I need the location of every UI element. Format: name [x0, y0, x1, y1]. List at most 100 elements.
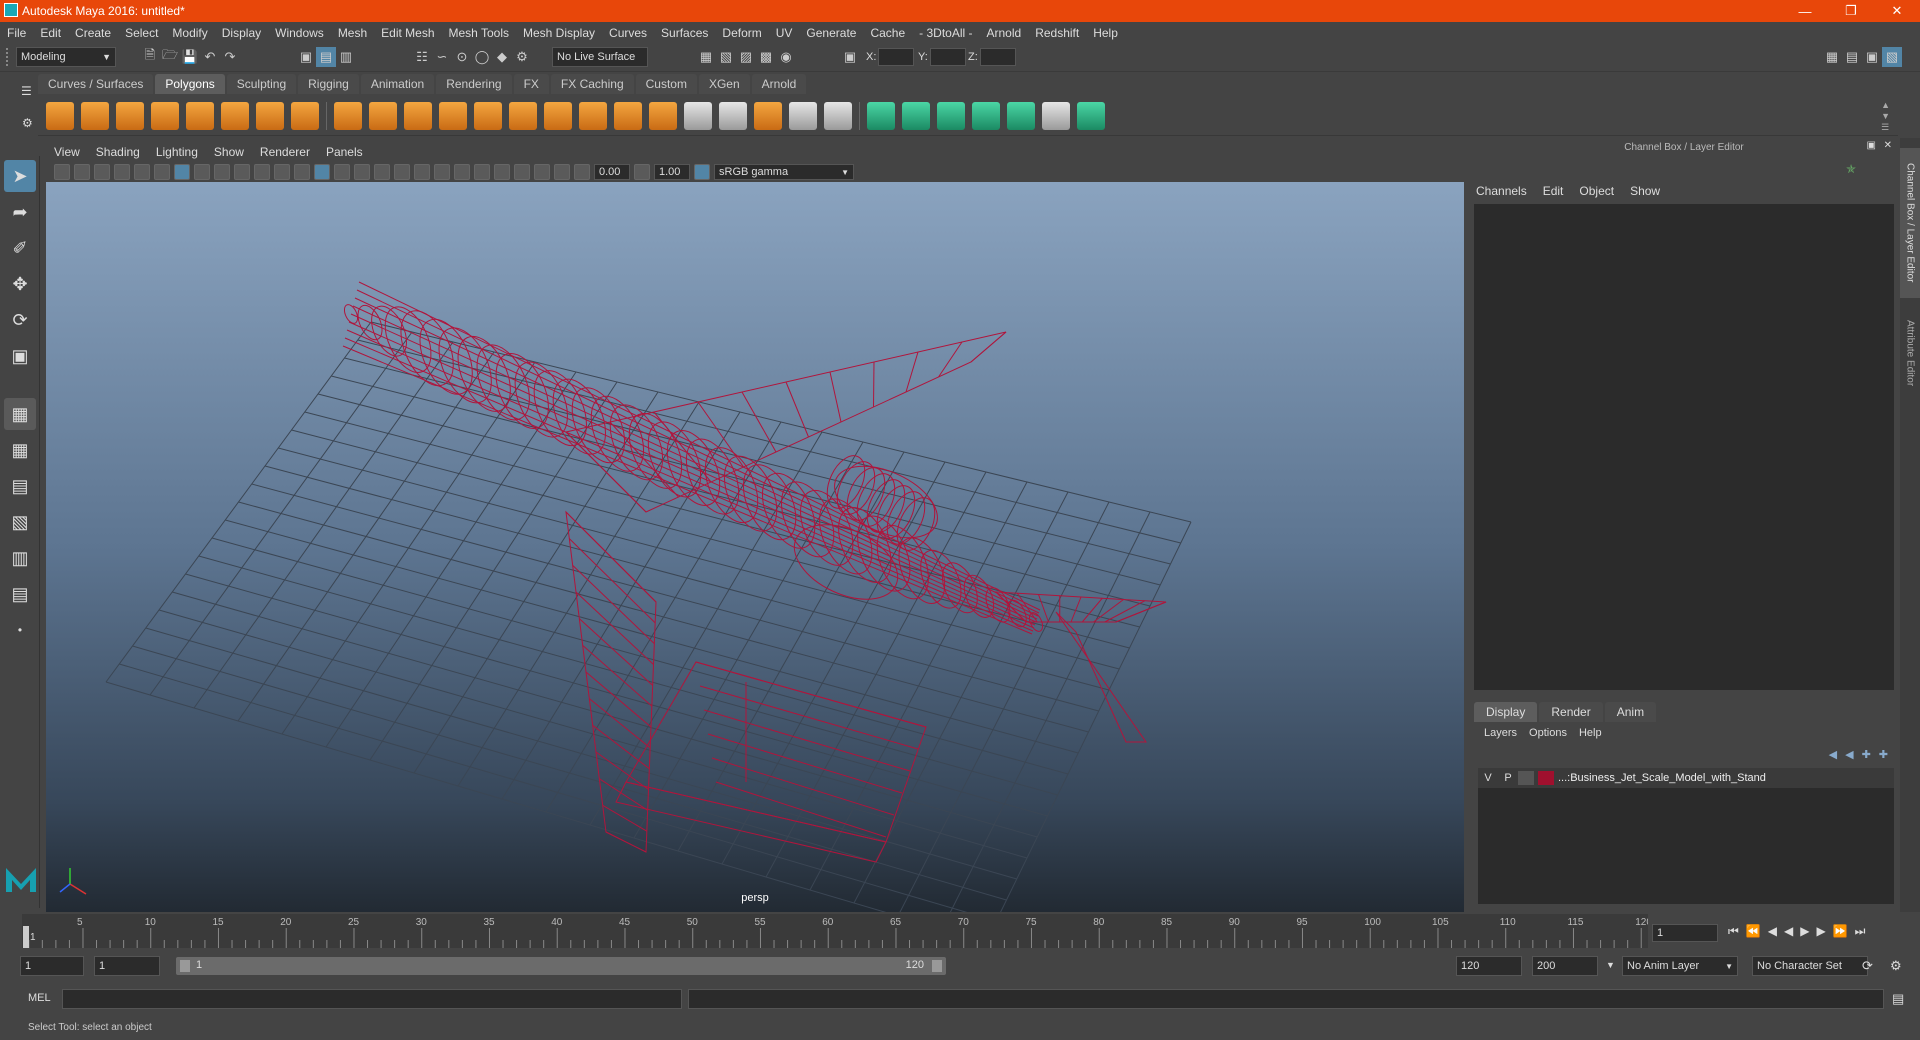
isolate-select-icon[interactable]	[514, 164, 530, 180]
make-live-icon[interactable]: ⚙	[512, 47, 532, 67]
restore-button[interactable]: ❐	[1828, 0, 1874, 22]
create-empty-layer-icon[interactable]: ✚	[1862, 748, 1871, 761]
xray-icon[interactable]	[374, 164, 390, 180]
select-by-component-icon[interactable]: ▥	[336, 47, 356, 67]
use-default-lights-icon[interactable]	[394, 164, 410, 180]
character-set-dropdown[interactable]: No Character Set	[1752, 956, 1868, 976]
snap-point-icon[interactable]: ⊙	[452, 47, 472, 67]
viewport-menu-lighting[interactable]: Lighting	[148, 145, 206, 159]
anim-layer-dropdown[interactable]: No Anim Layer ▼	[1622, 956, 1738, 976]
ipr-render-icon[interactable]: ▨	[736, 47, 756, 67]
channel-box-menu-edit[interactable]: Edit	[1543, 184, 1564, 198]
close-panel-icon[interactable]: ✕	[1884, 140, 1892, 151]
single-perspective-layout-icon[interactable]: ▦	[4, 398, 36, 430]
menu-redshift[interactable]: Redshift	[1028, 26, 1086, 40]
channel-box-menu-object[interactable]: Object	[1579, 184, 1614, 198]
menu-set-dropdown[interactable]: Modeling ▼	[16, 47, 116, 67]
animation-end-field[interactable]: 200	[1532, 956, 1598, 976]
hypershade-icon[interactable]: ◉	[776, 47, 796, 67]
close-button[interactable]: ✕	[1874, 0, 1920, 22]
range-end-handle[interactable]	[932, 960, 942, 972]
insert-edge-loop-icon[interactable]	[684, 101, 712, 130]
poly-cube-icon[interactable]	[81, 101, 109, 130]
menu-edit[interactable]: Edit	[33, 26, 68, 40]
exposure-icon[interactable]	[574, 164, 590, 180]
poly-cone-icon[interactable]	[151, 101, 179, 130]
perspective-viewport[interactable]: persp	[46, 182, 1464, 912]
persp-graph-layout-icon[interactable]: ▧	[4, 506, 36, 538]
viewport-menu-view[interactable]: View	[46, 145, 88, 159]
modeling-toolkit-icon[interactable]: ▦	[1822, 47, 1842, 67]
lasso-tool-icon[interactable]: ➦	[4, 196, 36, 228]
current-frame-field[interactable]: 1	[1652, 924, 1718, 942]
chevron-down-icon[interactable]: ▼	[1606, 960, 1615, 970]
layer-playback-toggle[interactable]: P	[1498, 772, 1518, 784]
go-to-end-icon[interactable]: ⏭	[1855, 924, 1866, 939]
playback-start-field[interactable]: 1	[94, 956, 160, 976]
layer-editor-menu-options[interactable]: Options	[1529, 727, 1567, 739]
viewport-menu-renderer[interactable]: Renderer	[252, 145, 318, 159]
channel-box-toggle-icon[interactable]: ▧	[1882, 47, 1902, 67]
float-panel-icon[interactable]: ▣	[1867, 140, 1876, 151]
color-space-dropdown[interactable]: sRGB gamma ▼	[714, 164, 854, 180]
layer-display-type[interactable]	[1518, 771, 1534, 785]
current-time-marker[interactable]	[23, 926, 29, 948]
menu-file[interactable]: File	[0, 26, 33, 40]
status-line-handle[interactable]	[6, 48, 14, 66]
z-field[interactable]	[980, 48, 1016, 66]
menu-edit-mesh[interactable]: Edit Mesh	[374, 26, 441, 40]
bridge-icon[interactable]	[614, 101, 642, 130]
shelf-tab-sculpting[interactable]: Sculpting	[226, 74, 297, 94]
move-tool-icon[interactable]: ✥	[4, 268, 36, 300]
outliner-persp-layout-icon[interactable]: ▤	[4, 578, 36, 610]
target-weld-icon[interactable]	[824, 101, 852, 130]
shelf-tab-arnold[interactable]: Arnold	[751, 74, 807, 94]
channel-box-menu-show[interactable]: Show	[1630, 184, 1660, 198]
snap-grid-icon[interactable]: ☷	[412, 47, 432, 67]
layer-color-swatch[interactable]	[1538, 771, 1554, 785]
custom-layout-icon[interactable]: •	[4, 614, 36, 646]
xray-active-components-icon[interactable]	[554, 164, 570, 180]
select-by-object-icon[interactable]: ▤	[316, 47, 336, 67]
create-layer-from-selected-icon[interactable]: ✚	[1879, 748, 1888, 761]
shelf-tab-animation[interactable]: Animation	[360, 74, 435, 94]
two-d-pan-zoom-icon[interactable]	[134, 164, 150, 180]
step-forward-key-icon[interactable]: ⏩	[1833, 924, 1848, 939]
poly-pyramid-icon[interactable]	[256, 101, 284, 130]
shelf-tab-curves-surfaces[interactable]: Curves / Surfaces	[38, 74, 154, 94]
menu-mesh-tools[interactable]: Mesh Tools	[442, 26, 516, 40]
paint-select-tool-icon[interactable]: ✐	[4, 232, 36, 264]
resolution-gate-icon[interactable]	[214, 164, 230, 180]
select-by-hierarchy-icon[interactable]: ▣	[296, 47, 316, 67]
animation-start-field[interactable]: 1	[20, 956, 84, 976]
layer-editor-tab-anim[interactable]: Anim	[1604, 702, 1657, 722]
layer-row[interactable]: V P ...:Business_Jet_Scale_Model_with_St…	[1478, 768, 1894, 788]
command-language-label[interactable]: MEL	[28, 992, 51, 1004]
render-settings-icon[interactable]: ▦	[696, 47, 716, 67]
planar-uv-icon[interactable]	[867, 101, 895, 130]
menu-mesh-display[interactable]: Mesh Display	[516, 26, 602, 40]
channel-box-side-tab[interactable]: Channel Box / Layer Editor	[1900, 148, 1920, 298]
shelf-scroll-arrows[interactable]: ▲ ▼ ☰	[1881, 100, 1890, 133]
shelf-menu-icon[interactable]: ☰	[21, 84, 32, 98]
poly-plane-icon[interactable]	[186, 101, 214, 130]
grease-pencil-icon[interactable]	[154, 164, 170, 180]
hypershade-persp-layout-icon[interactable]: ▥	[4, 542, 36, 574]
field-chart-icon[interactable]	[254, 164, 270, 180]
channel-box-options-icon[interactable]: ✯	[1846, 162, 1856, 176]
grid-toggle-icon[interactable]	[174, 164, 190, 180]
move-layer-up-icon[interactable]: ◀	[1829, 748, 1837, 761]
move-layer-down-icon[interactable]: ◀	[1845, 748, 1853, 761]
shelf-tab-rigging[interactable]: Rigging	[298, 74, 359, 94]
depth-of-field-icon[interactable]	[494, 164, 510, 180]
redo-icon[interactable]: ↷	[220, 47, 240, 67]
fill-hole-icon[interactable]	[754, 101, 782, 130]
smooth-icon[interactable]	[439, 101, 467, 130]
playback-end-field[interactable]: 120	[1456, 956, 1522, 976]
rotate-tool-icon[interactable]: ⟳	[4, 304, 36, 336]
camera-attributes-icon[interactable]	[74, 164, 90, 180]
play-backwards-icon[interactable]: ◀	[1784, 924, 1793, 939]
animation-preferences-icon[interactable]: ⚙	[1890, 958, 1902, 974]
separate-icon[interactable]	[369, 101, 397, 130]
image-plane-icon[interactable]	[114, 164, 130, 180]
